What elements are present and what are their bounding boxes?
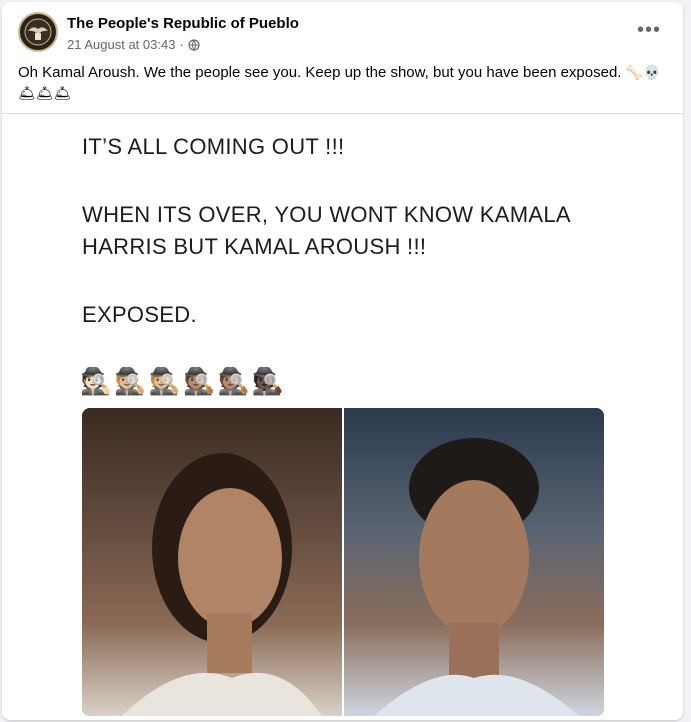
post-card: The People's Republic of Pueblo 21 Augus… bbox=[2, 2, 683, 720]
ellipsis-icon: ••• bbox=[636, 18, 661, 41]
dot-separator: · bbox=[179, 37, 184, 52]
photo-woman bbox=[82, 408, 342, 716]
post-timestamp[interactable]: 21 August at 03:43 bbox=[67, 37, 175, 52]
globe-icon bbox=[188, 38, 200, 51]
detective-emojis: 🕵🏻🕵🏼🕵🏼🕵🏽🕵🏽🕵🏿 bbox=[80, 366, 287, 396]
post-caption: Oh Kamal Aroush. We the people see you. … bbox=[18, 62, 668, 104]
meme-line-4: EXPOSED. bbox=[82, 302, 197, 327]
meme-line-3: HARRIS BUT KAMAL AROUSH !!! bbox=[82, 234, 427, 259]
page-name-link[interactable]: The People's Republic of Pueblo bbox=[67, 15, 299, 32]
page-avatar[interactable] bbox=[18, 12, 58, 52]
meme-line-2: WHEN ITS OVER, YOU WONT KNOW KAMALA bbox=[82, 202, 571, 227]
more-options-button[interactable]: ••• bbox=[631, 18, 667, 42]
eagle-seal-icon bbox=[24, 18, 52, 46]
caption-emoji-bone-skull: 🦴💀 bbox=[625, 64, 661, 80]
post-image[interactable]: IT’S ALL COMING OUT !!! WHEN ITS OVER, Y… bbox=[2, 113, 683, 720]
post-header: The People's Republic of Pueblo 21 Augus… bbox=[18, 12, 667, 60]
photo-man bbox=[344, 408, 604, 716]
meme-line-1: IT’S ALL COMING OUT !!! bbox=[82, 134, 345, 159]
post-meta: 21 August at 03:43 · bbox=[67, 37, 200, 52]
caption-text: Oh Kamal Aroush. We the people see you. … bbox=[18, 64, 622, 81]
caption-emoji-bells: 🛎🛎🛎 bbox=[18, 85, 72, 101]
meme-photos bbox=[82, 408, 604, 716]
